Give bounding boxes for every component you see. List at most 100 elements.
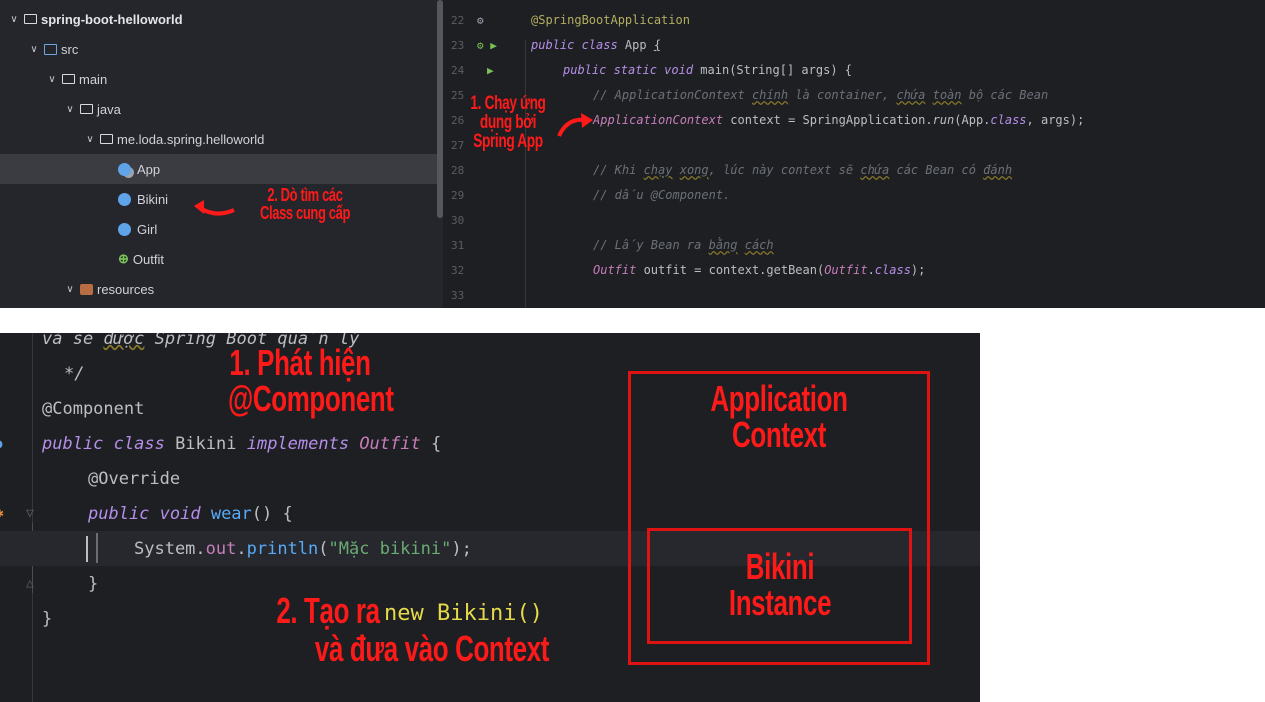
comment-part: và sẽ (42, 333, 104, 349)
detect-component-annotation: 1. Phát hiện @Component (228, 345, 394, 419)
text-caret (86, 536, 88, 562)
indent-marker (96, 533, 98, 563)
code-line-33: 33 (443, 283, 1265, 308)
code-part: . (867, 263, 875, 278)
run-gutter-icon[interactable]: ▶ (487, 64, 494, 77)
run-gutter-icon[interactable]: ⚙ ▶ (477, 39, 497, 52)
code-part: outfit = context.getBean( (643, 263, 825, 278)
keyword: public static void (563, 63, 701, 78)
application-context-label: Application Context (672, 381, 887, 453)
code-text: ApplicationContext context = SpringAppli… (593, 113, 1084, 127)
string-literal: "Mặc bikini" (328, 538, 452, 559)
tree-item-app[interactable]: App (0, 154, 443, 184)
line-number: 29 (451, 188, 465, 202)
code-line-31: 31 // Lấy Bean ra bằng cách (443, 233, 1265, 258)
tree-item-label: Bikini (137, 191, 169, 207)
comment-part (738, 238, 745, 252)
fold-icon[interactable]: ▽ (26, 506, 34, 521)
comment-part: các Bean có (889, 163, 984, 178)
keyword: implements (246, 433, 360, 454)
chevron-down-icon[interactable]: ∨ (8, 14, 20, 25)
chevron-down-icon[interactable]: ∨ (64, 284, 76, 295)
code-part: , args); (1026, 113, 1085, 128)
code-line-23: 23 ⚙ ▶ public class App { (443, 33, 1265, 58)
params: () { (251, 503, 293, 524)
folder-icon (24, 14, 37, 24)
code-part: System. (134, 538, 206, 559)
comment-part: toàn (932, 88, 962, 103)
code-part: . (236, 538, 247, 559)
comment-part: bộ các Bean (961, 88, 1049, 103)
code-comment: // Lấy Bean ra bằng cách (593, 238, 774, 252)
tree-item-label: main (79, 71, 108, 87)
code-line-29: 29 // dấu @Component. (443, 183, 1265, 208)
code-comment: // ApplicationContext chính là container… (593, 88, 1048, 102)
fold-end-icon[interactable]: △ (26, 576, 34, 591)
method-name: main (700, 63, 730, 78)
create-bean-annotation-line2: và đưa vào Context (314, 628, 550, 669)
line-number: 28 (451, 163, 465, 177)
keyword: class (990, 113, 1027, 128)
line-number: 32 (451, 263, 465, 277)
code-comment: */ (64, 363, 85, 384)
tree-item-project[interactable]: ∨ spring-boot-helloworld (8, 4, 451, 34)
comment-part (925, 88, 932, 102)
annotation-line: @Component (228, 378, 394, 419)
code-part: ( (318, 538, 329, 559)
comment-part: cách (744, 238, 774, 253)
folder-icon (100, 134, 113, 144)
keyword: public void (88, 503, 211, 524)
code-text: @SpringBootApplication (531, 13, 690, 28)
comment-part (672, 163, 679, 177)
tree-item-src[interactable]: ∨ src (28, 34, 471, 64)
code-text: public class Bikini implements Outfit { (42, 434, 441, 454)
tree-item-main[interactable]: ∨ main (46, 64, 489, 94)
comment-part: chính (751, 88, 789, 103)
comment-part: đánh (983, 163, 1013, 178)
brace: } (88, 573, 99, 594)
line-number: 22 (451, 13, 465, 27)
comment-part: // Lấy Bean ra (593, 238, 709, 253)
keyword: public class (42, 433, 176, 454)
tree-item-label: java (97, 101, 121, 117)
top-screenshot-panel: ∨ spring-boot-helloworld ∨ src ∨ main ∨ … (0, 0, 1265, 308)
tree-item-outfit[interactable]: ⊕ Outfit (0, 244, 443, 274)
class-name: Bikini (175, 433, 247, 454)
chevron-down-icon[interactable]: ∨ (28, 44, 40, 55)
comment-part: xong (679, 163, 709, 178)
tree-item-resources[interactable]: ∨ resources (64, 274, 507, 304)
spring-bean-gutter-icon[interactable]: ● (0, 436, 2, 452)
line-number: 24 (451, 63, 465, 77)
annotation-line: Context (732, 414, 826, 455)
annotation-line: 2. Tạo ra (276, 590, 380, 631)
spring-class-icon (118, 162, 131, 176)
keyword: class (874, 263, 911, 278)
annotation-line: dụng bởi (479, 112, 537, 133)
interface-icon: ⊕ (118, 251, 129, 266)
chevron-down-icon[interactable]: ∨ (46, 74, 58, 85)
type-name: Outfit (824, 263, 868, 278)
code-text: Outfit outfit = context.getBean(Outfit.c… (593, 263, 925, 277)
spring-bean-gutter-icon[interactable]: ⚙ (477, 14, 484, 27)
comment-part: chạy (643, 163, 673, 178)
code-text: System.out.println("Mặc bikini"); (134, 539, 472, 559)
code-comment: // Khi chạy xong, lúc này context sẽ chứ… (593, 163, 1012, 177)
comment-part: chứa (896, 88, 926, 103)
brace: { (653, 38, 662, 53)
tree-item-label: Girl (137, 221, 158, 237)
override-gutter-icon[interactable]: ✱ (0, 506, 4, 521)
annotation-text: @Component (42, 398, 145, 419)
annotation-line: Application (710, 378, 848, 419)
code-line-24: 24 ▶ public static void main(String[] ar… (443, 58, 1265, 83)
code-line-25: 25 // ApplicationContext chính là contai… (443, 83, 1265, 108)
chevron-down-icon[interactable]: ∨ (64, 104, 76, 115)
line-number: 30 (451, 213, 465, 227)
type-name: ApplicationContext (593, 113, 731, 128)
code-part: ); (910, 263, 926, 278)
annotation-line: 1. Chạy ứng (470, 93, 546, 114)
resources-folder-icon (80, 283, 93, 295)
chevron-down-icon[interactable]: ∨ (84, 134, 96, 145)
bottom-screenshot-panel: và sẽ được Spring Boot quản lý */ @Compo… (0, 333, 980, 702)
code-line: và sẽ được Spring Boot quản lý (0, 333, 980, 356)
top-code-editor[interactable]: 22 ⚙ @SpringBootApplication 23 ⚙ ▶ publi… (443, 0, 1265, 308)
